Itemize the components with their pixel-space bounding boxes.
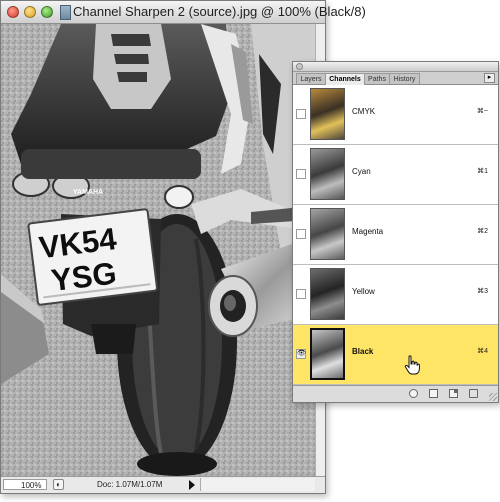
channel-thumbnail xyxy=(310,268,345,320)
channel-shortcut: ⌘2 xyxy=(477,228,488,235)
channel-shortcut: ⌘1 xyxy=(477,168,488,175)
brand-text: YAMAHA xyxy=(73,189,103,196)
channel-row-yellow[interactable]: Yellow ⌘3 xyxy=(293,265,498,325)
channel-name: Black xyxy=(352,347,374,356)
channel-thumbnail xyxy=(310,148,345,200)
load-selection-icon[interactable] xyxy=(409,389,418,398)
document-proxy-icon[interactable] xyxy=(60,5,71,20)
resize-grip-icon[interactable] xyxy=(489,393,497,401)
palette-titlebar[interactable] xyxy=(293,62,498,72)
document-title: Channel Sharpen 2 (source).jpg @ 100% (B… xyxy=(73,4,366,19)
channel-shortcut: ⌘3 xyxy=(477,288,488,295)
channel-shortcut: ⌘~ xyxy=(476,108,488,115)
minimize-window-button[interactable] xyxy=(24,6,36,18)
channels-palette: Layers Channels Paths History ▸ CMYK ⌘~ … xyxy=(292,61,499,403)
channel-name: Cyan xyxy=(352,167,371,176)
channel-list: CMYK ⌘~ Cyan ⌘1 Magenta ⌘2 Yellow ⌘3 👁 B… xyxy=(293,85,498,385)
channel-row-cmyk[interactable]: CMYK ⌘~ xyxy=(293,85,498,145)
visibility-toggle[interactable] xyxy=(296,109,306,119)
channel-thumbnail xyxy=(310,88,345,140)
tab-paths[interactable]: Paths xyxy=(364,73,390,84)
channel-row-black[interactable]: 👁 Black ⌘4 xyxy=(293,325,498,385)
channel-thumbnail xyxy=(310,208,345,260)
document-window: Channel Sharpen 2 (source).jpg @ 100% (B… xyxy=(0,0,366,494)
visibility-toggle[interactable] xyxy=(296,289,306,299)
tab-layers[interactable]: Layers xyxy=(296,73,326,84)
hand-cursor-icon xyxy=(404,355,420,375)
horizontal-scrollbar[interactable] xyxy=(200,478,315,491)
save-selection-icon[interactable] xyxy=(429,389,438,398)
image-canvas[interactable]: YAMAHA VK54 YSG xyxy=(1,24,315,476)
status-menu-arrow-icon[interactable] xyxy=(189,480,195,490)
new-channel-icon[interactable] xyxy=(449,389,458,398)
visibility-toggle[interactable] xyxy=(296,169,306,179)
channel-row-magenta[interactable]: Magenta ⌘2 xyxy=(293,205,498,265)
channel-shortcut: ⌘4 xyxy=(477,348,488,355)
delete-channel-icon[interactable] xyxy=(469,389,478,398)
channel-name: CMYK xyxy=(352,107,376,116)
status-info-icon[interactable]: ◐ xyxy=(53,479,64,490)
tab-channels[interactable]: Channels xyxy=(325,73,365,85)
eye-icon[interactable]: 👁 xyxy=(296,349,306,359)
zoom-window-button[interactable] xyxy=(41,6,53,18)
palette-close-button[interactable] xyxy=(296,63,303,70)
channel-thumbnail xyxy=(310,328,345,380)
close-window-button[interactable] xyxy=(7,6,19,18)
status-bar: 100% ◐ Doc: 1.07M/1.07M xyxy=(1,476,325,493)
channel-name: Yellow xyxy=(352,287,375,296)
document-size-readout: Doc: 1.07M/1.07M xyxy=(97,480,163,489)
palette-tabs: Layers Channels Paths History ▸ xyxy=(293,72,498,85)
palette-bottom-bar xyxy=(293,385,498,402)
zoom-level-field[interactable]: 100% xyxy=(3,479,47,490)
tab-history[interactable]: History xyxy=(389,73,420,84)
document-titlebar[interactable]: Channel Sharpen 2 (source).jpg @ 100% (B… xyxy=(1,1,366,24)
channel-row-cyan[interactable]: Cyan ⌘1 xyxy=(293,145,498,205)
visibility-toggle[interactable] xyxy=(296,229,306,239)
palette-menu-icon[interactable]: ▸ xyxy=(484,73,495,83)
channel-name: Magenta xyxy=(352,227,384,236)
motorcycle-photo: YAMAHA VK54 YSG xyxy=(1,24,315,476)
